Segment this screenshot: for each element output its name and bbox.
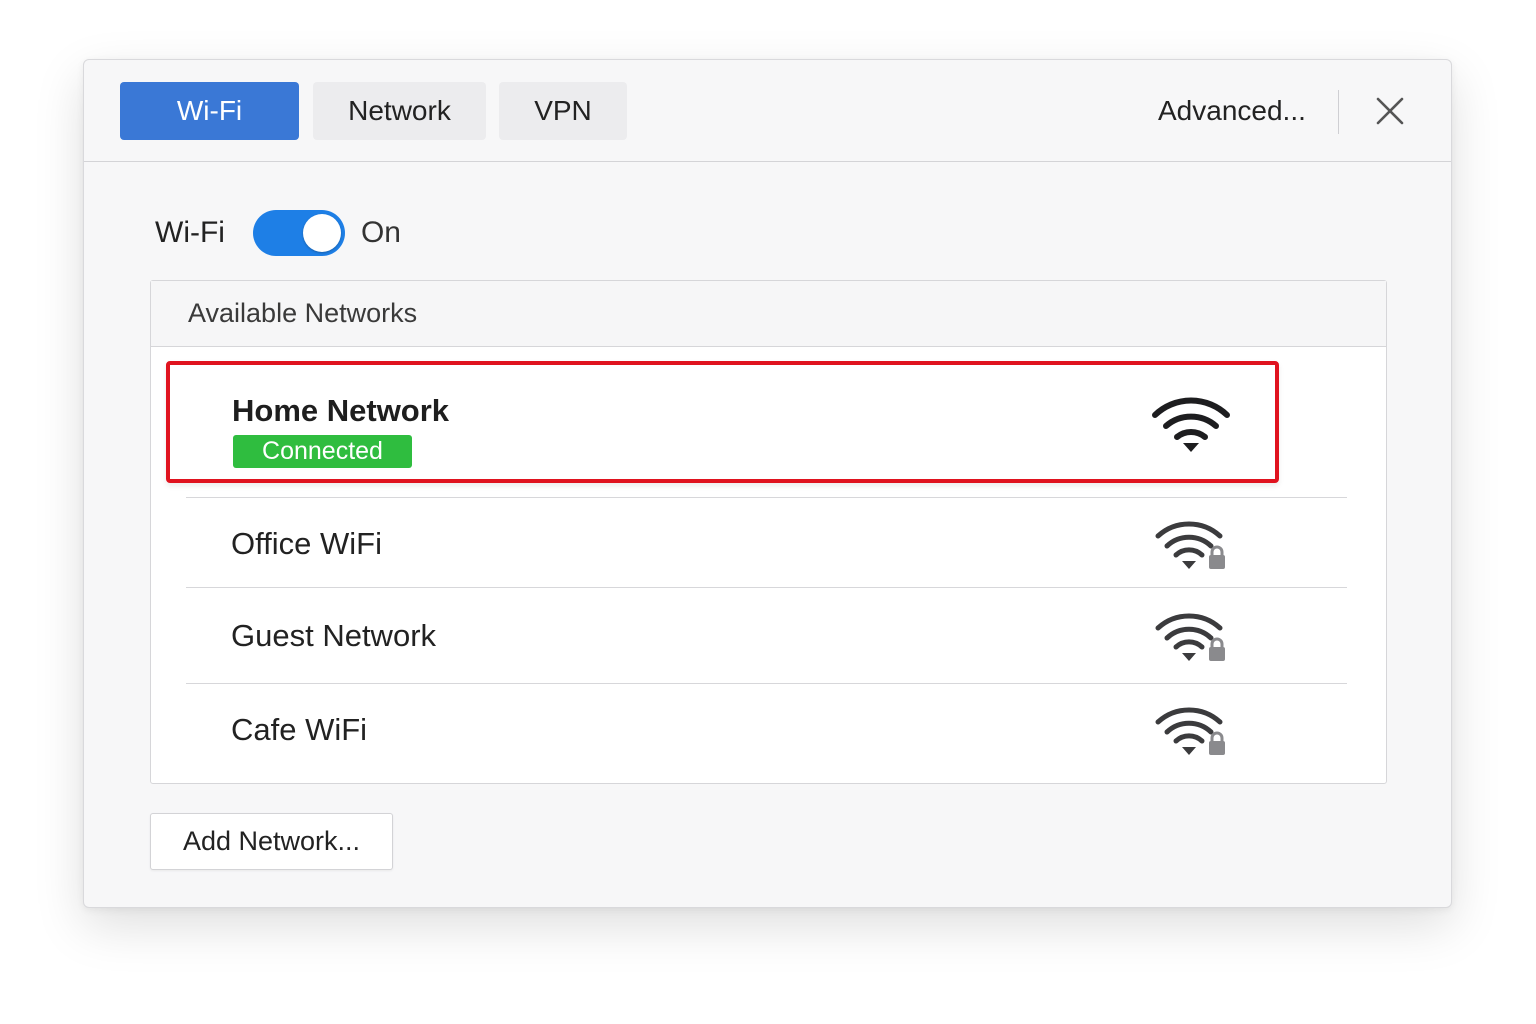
tab-network[interactable]: Network: [313, 82, 486, 140]
network-item-guest[interactable]: Guest Network: [186, 588, 1347, 683]
add-network-button[interactable]: Add Network...: [150, 813, 393, 870]
wifi-strong-icon: [1152, 397, 1230, 452]
networks-panel-header: Available Networks: [151, 281, 1386, 347]
tab-wifi[interactable]: Wi-Fi: [120, 82, 299, 140]
close-button[interactable]: [1372, 93, 1408, 129]
wifi-state-label: On: [360, 216, 401, 249]
network-name: Cafe WiFi: [231, 712, 368, 747]
network-item-home[interactable]: Home Network Connected: [166, 361, 1279, 483]
wifi-toggle[interactable]: [252, 210, 345, 256]
toolbar-divider: [1338, 90, 1339, 134]
available-networks-panel: Available Networks Home Network Connecte…: [150, 280, 1387, 784]
wifi-locked-icon: [1155, 521, 1225, 569]
advanced-button[interactable]: Advanced...: [1158, 82, 1306, 140]
tab-vpn[interactable]: VPN: [499, 82, 627, 140]
network-name: Home Network: [232, 393, 450, 428]
wifi-locked-icon: [1155, 613, 1225, 661]
wifi-toggle-row: Wi-Fi On: [155, 208, 401, 258]
network-item-office[interactable]: Office WiFi: [186, 498, 1347, 587]
wifi-settings-window: Wi-Fi Network VPN Advanced... Wi-Fi On A…: [83, 59, 1452, 908]
wifi-label: Wi-Fi: [155, 216, 225, 249]
close-icon: [1376, 97, 1404, 125]
network-item-cafe[interactable]: Cafe WiFi: [186, 684, 1347, 779]
network-name: Guest Network: [231, 618, 437, 653]
toggle-knob: [302, 214, 341, 252]
toolbar: Wi-Fi Network VPN Advanced...: [84, 60, 1451, 162]
connected-badge: Connected: [233, 435, 412, 468]
wifi-locked-icon: [1155, 707, 1225, 755]
network-name: Office WiFi: [231, 526, 382, 561]
